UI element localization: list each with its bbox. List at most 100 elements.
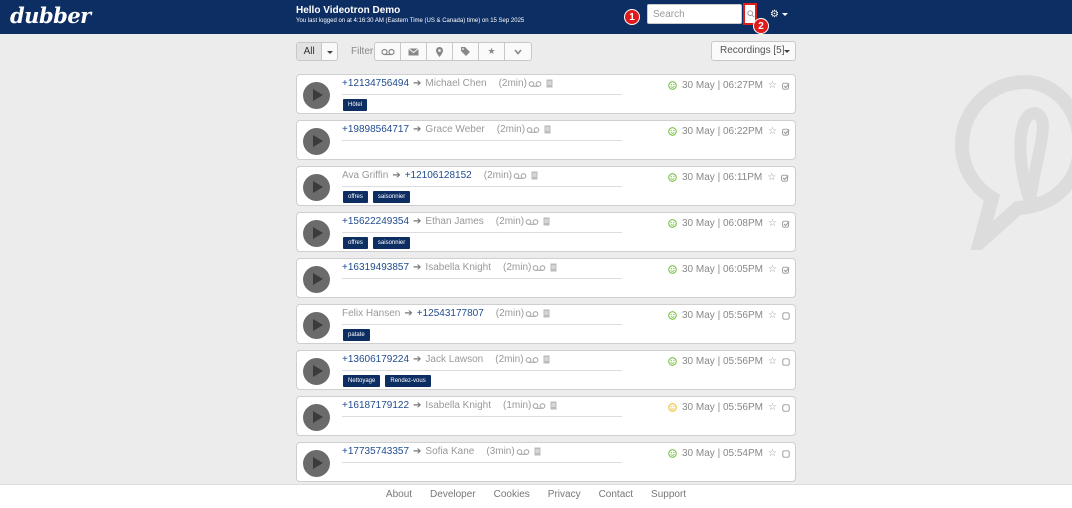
callee[interactable]: +12106128152 [405,170,472,181]
footer-link-developer[interactable]: Developer [430,485,476,508]
filter-label: Filter [351,46,374,57]
star-outline-icon[interactable]: ☆ [767,172,776,183]
check-square-icon[interactable] [781,174,789,182]
playback-progress[interactable] [342,140,622,141]
callee[interactable]: Michael Chen [425,78,486,89]
star-outline-icon[interactable]: ☆ [768,80,777,91]
footer-link-about[interactable]: About [386,485,412,508]
square-icon[interactable] [782,403,790,412]
filter-email-button[interactable] [401,43,427,60]
callee[interactable]: Sofia Kane [425,446,474,457]
playback-progress[interactable] [342,94,622,95]
play-button[interactable] [303,128,330,155]
star-outline-icon[interactable]: ☆ [768,356,777,367]
filter-voicemail-button[interactable] [375,43,401,60]
play-button[interactable] [303,174,330,201]
recording-card[interactable]: Ava Griffin ➔ +12106128152 (2min) offres… [296,166,796,206]
recording-card[interactable]: +15622249354 ➔ Ethan James (2min) offres… [296,212,796,252]
play-button[interactable] [303,404,330,431]
tag-badge[interactable]: saisonnier [372,237,411,249]
recordings-dropdown[interactable]: Recordings [5] [711,41,796,61]
play-button[interactable] [303,220,330,247]
caller[interactable]: +16187179122 [342,400,409,411]
star-outline-icon[interactable]: ☆ [768,264,777,275]
tag-badge[interactable]: offres [343,191,368,203]
check-square-icon[interactable] [782,220,790,228]
call-meta: 30 May | 05:56PM ☆ [668,402,790,413]
recording-card[interactable]: +12134756494 ➔ Michael Chen (2min) Hôtel… [296,74,796,114]
recording-card[interactable]: +16187179122 ➔ Isabella Knight (1min) 30… [296,396,796,436]
tag-badge[interactable]: saisonnier [372,191,411,203]
play-button[interactable] [303,358,330,385]
play-button[interactable] [303,312,330,339]
star-outline-icon[interactable]: ☆ [768,126,777,137]
tag-badge[interactable]: Hôtel [343,99,368,111]
filter-star-button[interactable]: ★ [479,43,505,60]
caller[interactable]: +16319493857 [342,262,409,273]
all-caret-button[interactable] [322,43,337,60]
tag-badge[interactable]: patate [343,329,370,341]
star-outline-icon[interactable]: ☆ [768,218,777,229]
callee[interactable]: Ethan James [425,216,483,227]
arrow-right-icon: ➔ [413,124,422,135]
playback-progress[interactable] [342,416,622,417]
check-square-icon[interactable] [782,128,790,136]
callee[interactable]: +12543177807 [417,308,484,319]
footer-link-support[interactable]: Support [651,485,686,508]
star-outline-icon[interactable]: ☆ [768,310,777,321]
document-icon [546,79,553,88]
playback-progress[interactable] [342,370,622,371]
check-square-icon[interactable] [782,266,790,274]
playback-progress[interactable] [342,278,622,279]
tag-badge[interactable]: Rendez-vous [385,375,431,387]
footer-link-contact[interactable]: Contact [599,485,633,508]
chevron-down-icon [784,50,790,53]
filter-more-button[interactable] [505,43,531,60]
call-info: +17735743357 ➔ Sofia Kane (3min) [342,446,541,457]
star-outline-icon[interactable]: ☆ [768,448,777,459]
playback-progress[interactable] [342,232,622,233]
playback-progress[interactable] [342,462,622,463]
recording-card[interactable]: +19898564717 ➔ Grace Weber (2min) 30 May… [296,120,796,160]
play-button[interactable] [303,82,330,109]
recording-card[interactable]: +16319493857 ➔ Isabella Knight (2min) 30… [296,258,796,298]
check-square-icon[interactable] [782,82,790,90]
settings-caret-icon[interactable] [782,13,788,16]
recording-card[interactable]: Felix Hansen ➔ +12543177807 (2min) patat… [296,304,796,344]
play-button[interactable] [303,450,330,477]
recording-card[interactable]: +13606179224 ➔ Jack Lawson (2min) Nettoy… [296,350,796,390]
callee[interactable]: Jack Lawson [425,354,483,365]
recording-card[interactable]: +17735743357 ➔ Sofia Kane (3min) 30 May … [296,442,796,482]
square-icon[interactable] [782,357,790,366]
playback-progress[interactable] [342,324,622,325]
footer-link-privacy[interactable]: Privacy [548,485,581,508]
filter-location-button[interactable] [427,43,453,60]
smiley-icon [668,311,677,320]
caller[interactable]: +17735743357 [342,446,409,457]
arrow-right-icon: ➔ [404,308,413,319]
voicemail-icon [525,218,539,225]
caller[interactable]: +19898564717 [342,124,409,135]
caller[interactable]: +12134756494 [342,78,409,89]
callee[interactable]: Isabella Knight [425,262,491,273]
tag-badge[interactable]: offres [343,237,368,249]
callee[interactable]: Isabella Knight [425,400,491,411]
play-button[interactable] [303,266,330,293]
star-outline-icon[interactable]: ☆ [768,402,777,413]
gear-icon[interactable]: ⚙ [770,9,779,20]
callee[interactable]: Grace Weber [425,124,484,135]
filter-tag-button[interactable] [453,43,479,60]
caller[interactable]: +13606179224 [342,354,409,365]
footer-link-cookies[interactable]: Cookies [494,485,530,508]
all-button[interactable]: All [297,43,323,60]
search-input[interactable] [647,4,742,24]
dubber-logo[interactable]: dubber [10,3,91,28]
caller[interactable]: Ava Griffin [342,170,388,181]
tag-badge[interactable]: Nettoyage [343,375,381,387]
all-dropdown[interactable]: All [296,42,338,61]
playback-progress[interactable] [342,186,622,187]
caller[interactable]: +15622249354 [342,216,409,227]
square-icon[interactable] [782,449,790,458]
square-icon[interactable] [782,311,790,320]
caller[interactable]: Felix Hansen [342,308,400,319]
